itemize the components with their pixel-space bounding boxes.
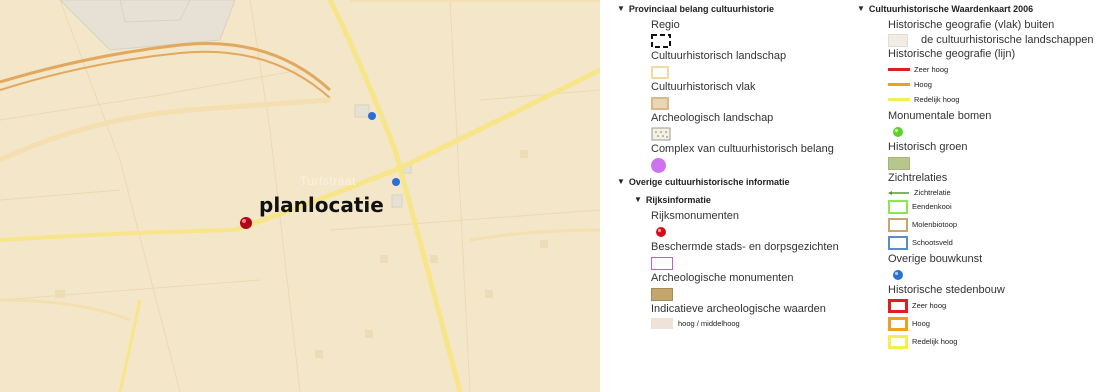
legend-label-historische-stedenbouw: Historische stedenbouw [888,284,1005,296]
zicht-item-zichtrelatie: Zichtrelatie [888,187,1104,198]
legend-label-beschermde: Beschermde stads- en dorpsgezichten [651,241,839,253]
cult-landschap-swatch [651,63,852,81]
legend-label-iaw: Indicatieve archeologische waarden [651,303,826,315]
stedenbouw-item-zeer-hoog: Zeer hoog [888,297,1104,315]
legend-label-arch-landschap: Archeologisch landschap [651,112,774,124]
street-label: Turfstraat [300,174,356,188]
legend-label-complex: Complex van cultuurhistorisch belang [651,143,834,155]
zicht-item-molenbiotoop: Molenbiotoop [888,216,1104,234]
legend-label-zichtrelaties: Zichtrelaties [888,172,948,184]
rijksmonument-symbol [651,223,852,241]
zicht-item-eendenkooi: Eendenkooi [888,198,1104,216]
legend-label-historisch-groen: Historisch groen [888,141,968,153]
stedenbouw-item-hoog: Hoog [888,315,1104,333]
arch-landschap-swatch [651,125,852,143]
hg-vlak-item: de cultuurhistorische landschappen [888,32,1104,48]
iaw-item: hoog / middelhoog [651,318,852,329]
legend-label-hg-vlak: Historische geografie (vlak) buiten [888,19,1055,31]
place-label: planlocatie [259,193,384,217]
cult-vlak-swatch [651,94,852,112]
legend-column-left: ▼ Provinciaal belang cultuurhistorie Reg… [617,3,852,329]
legend-label-cult-vlak: Cultuurhistorisch vlak [651,81,756,93]
zicht-item-schootsveld: Schootsveld [888,234,1104,252]
legend-label-hg-lijn: Historische geografie (lijn) [888,48,1016,60]
monumentale-bomen-symbol [888,123,1104,141]
legend-label-cult-landschap: Cultuurhistorisch landschap [651,50,787,62]
legend-section-provinciaal[interactable]: ▼ Provinciaal belang cultuurhistorie [617,3,852,15]
legend-label-rijksmonumenten: Rijksmonumenten [651,210,740,222]
legend-label-overige-bouwkunst: Overige bouwkunst [888,253,983,265]
regio-symbol [651,32,852,50]
collapse-triangle-icon[interactable]: ▼ [857,5,865,13]
beschermde-swatch [651,254,852,272]
collapse-triangle-icon[interactable]: ▼ [617,178,625,186]
lijn-item-hoog: Hoog [888,79,1104,90]
map-view[interactable]: Turfstraat planlocatie [0,0,600,392]
collapse-triangle-icon[interactable]: ▼ [617,5,625,13]
legend-section-waardenkaart[interactable]: ▼ Cultuurhistorische Waardenkaart 2006 [857,3,1104,15]
legend-label-monumentale-bomen: Monumentale bomen [888,110,992,122]
legend-column-right: ▼ Cultuurhistorische Waardenkaart 2006 H… [857,3,1104,351]
historisch-groen-swatch [888,154,1104,172]
lijn-item-redelijk-hoog: Redelijk hoog [888,94,1104,105]
legend-label-arch-monumenten: Archeologische monumenten [651,272,794,284]
overige-bouwkunst-symbol [888,266,1104,284]
collapse-triangle-icon[interactable]: ▼ [634,196,642,204]
stedenbouw-item-redelijk-hoog: Redelijk hoog [888,333,1104,351]
legend-section-overige[interactable]: ▼ Overige cultuurhistorische informatie [617,176,852,188]
rijksmonument-marker [240,217,252,229]
arch-monumenten-swatch [651,285,852,303]
complex-symbol [651,156,852,174]
legend-label-regio: Regio [651,19,680,31]
lijn-item-zeer-hoog: Zeer hoog [888,64,1104,75]
legend-section-rijksinformatie[interactable]: ▼ Rijksinformatie [617,194,852,206]
